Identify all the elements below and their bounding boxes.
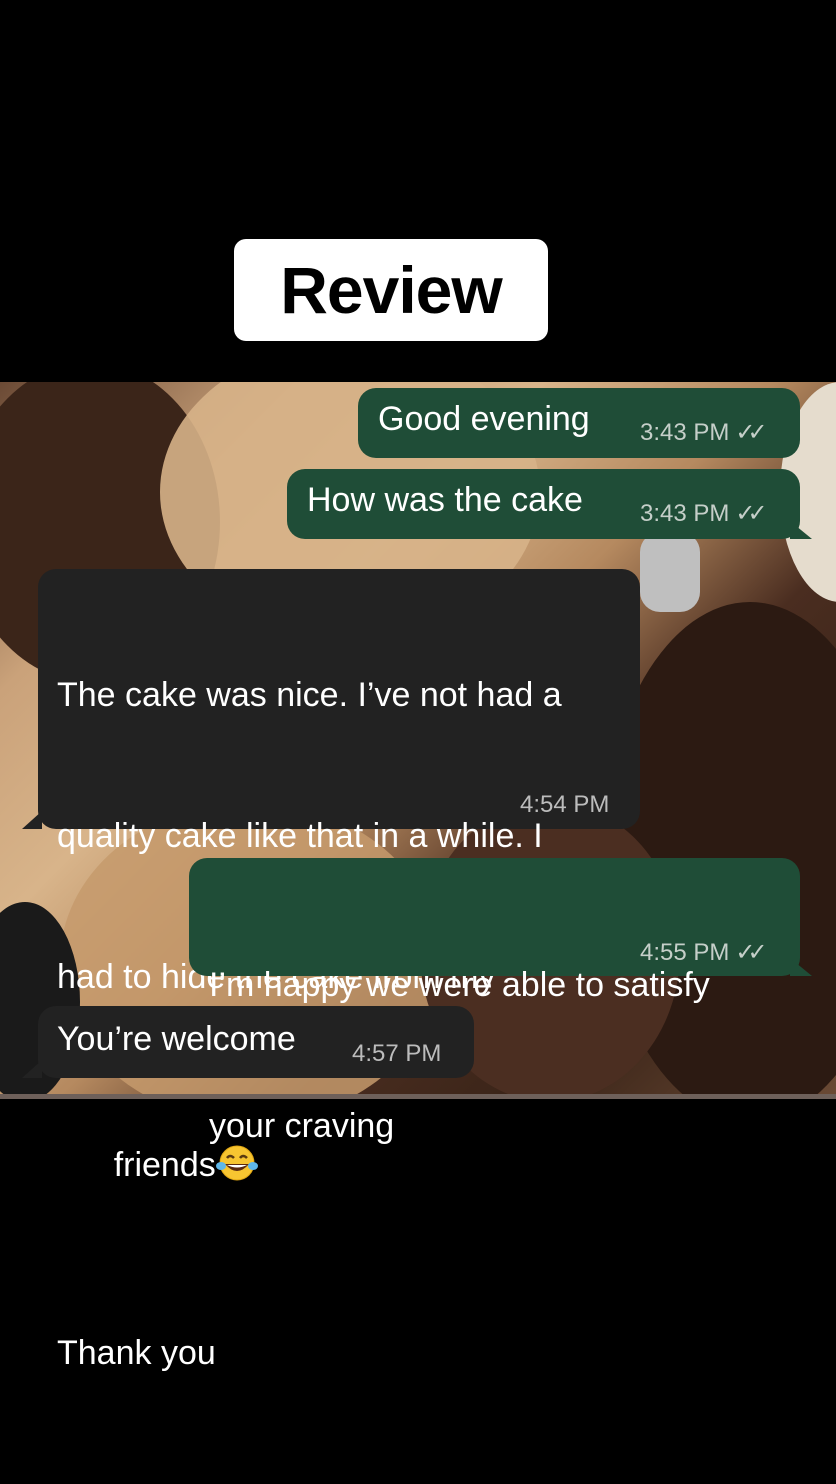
message-bubble-outgoing[interactable]: Good evening 3:43 PM ✓✓: [358, 388, 800, 458]
message-meta: 4:57 PM: [352, 1040, 441, 1068]
message-bubble-outgoing[interactable]: How was the cake 3:43 PM ✓✓: [287, 469, 800, 539]
message-meta: 4:55 PM ✓✓: [640, 938, 768, 967]
message-bubble-outgoing[interactable]: I’m happy we were able to satisfy your c…: [189, 858, 800, 1145]
bubble-tail: [22, 1060, 42, 1078]
double-check-icon: ✓✓: [735, 939, 767, 966]
message-text: How was the cake: [307, 481, 583, 519]
message-text: Good evening: [378, 400, 590, 438]
message-time: 4:55 PM: [640, 938, 730, 966]
bubble-tail: [22, 811, 42, 829]
message-bubble-incoming[interactable]: The cake was nice. I’ve not had a qualit…: [38, 569, 640, 1372]
message-time: 4:57 PM: [352, 1040, 442, 1067]
message-line: quality cake like that in a while. I: [57, 817, 543, 855]
bubble-tail: [790, 521, 812, 539]
bubble-tail: [790, 958, 812, 976]
message-bubble-incoming[interactable]: You’re welcome 4:57 PM: [38, 1006, 474, 1078]
message-text: You’re welcome: [57, 1020, 296, 1058]
message-meta: 3:43 PM ✓✓: [640, 499, 768, 528]
message-line: The cake was nice. I’ve not had a: [57, 676, 562, 714]
message-meta: 3:43 PM ✓✓: [640, 418, 768, 447]
double-check-icon: ✓✓: [735, 500, 767, 527]
message-line-text: friends: [113, 1146, 216, 1184]
review-title-box: Review: [234, 239, 548, 341]
message-line: Thank you: [57, 1334, 216, 1372]
message-time: 3:43 PM: [640, 418, 730, 446]
message-time: 4:54 PM: [520, 791, 610, 818]
double-check-icon: ✓✓: [735, 419, 767, 446]
message-meta: 4:54 PM: [520, 791, 609, 819]
page-title: Review: [280, 253, 502, 327]
message-line: your craving: [209, 1107, 395, 1145]
message-line: I’m happy we were able to satisfy: [209, 966, 710, 1004]
message-time: 3:43 PM: [640, 499, 730, 527]
